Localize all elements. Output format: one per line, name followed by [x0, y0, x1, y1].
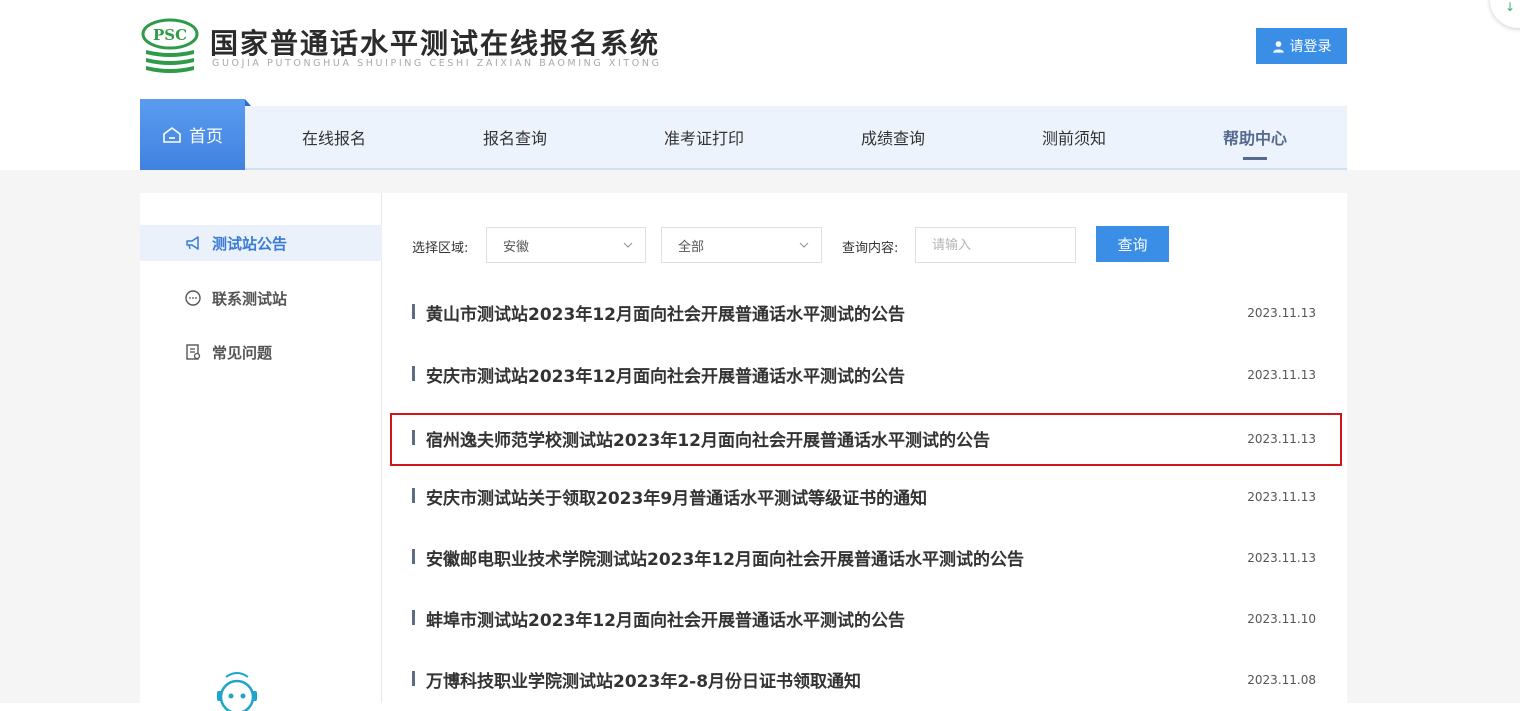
- main-nav: 首页 在线报名 报名查询 准考证打印 成绩查询 测前须知 帮助中心: [140, 99, 1347, 170]
- active-nav-underline: [1243, 157, 1267, 160]
- chevron-down-icon: [799, 242, 809, 248]
- notice-item[interactable]: 万博科技职业学院测试站2023年2-8月份日证书领取通知 2023.11.08: [390, 654, 1342, 707]
- notice-item[interactable]: 安庆市测试站2023年12月面向社会开展普通话水平测试的公告 2023.11.1…: [390, 349, 1342, 402]
- notice-date: 2023.11.13: [1247, 490, 1316, 504]
- notice-marker: [412, 671, 415, 686]
- login-label: 请登录: [1289, 39, 1332, 55]
- notice-marker: [412, 366, 415, 381]
- home-icon: [163, 126, 181, 143]
- site-title: 国家普通话水平测试在线报名系统: [210, 27, 661, 60]
- arrow-down-icon: ↓: [1505, 0, 1516, 14]
- scope-select[interactable]: 全部: [661, 227, 822, 263]
- notice-item[interactable]: 蚌埠市测试站2023年12月面向社会开展普通话水平测试的公告 2023.11.1…: [390, 593, 1342, 646]
- sidebar-item-faq[interactable]: 常见问题: [140, 334, 382, 370]
- nav-item-help-center-label: 帮助中心: [1222, 129, 1287, 148]
- sidebar-item-label: 联系测试站: [212, 289, 288, 308]
- notice-date: 2023.11.13: [1247, 306, 1316, 320]
- notice-marker: [412, 610, 415, 625]
- notice-title: 蚌埠市测试站2023年12月面向社会开展普通话水平测试的公告: [426, 611, 905, 631]
- nav-item-online-registration[interactable]: 在线报名: [245, 106, 423, 168]
- scope-select-value: 全部: [678, 239, 705, 255]
- document-icon: [186, 344, 201, 360]
- notice-date: 2023.11.13: [1247, 432, 1316, 446]
- sidebar-item-contact-station[interactable]: 联系测试站: [140, 280, 382, 316]
- notice-item[interactable]: 安庆市测试站关于领取2023年9月普通话水平测试等级证书的通知 2023.11.…: [390, 471, 1342, 524]
- logo-text: PSC: [153, 26, 187, 44]
- notice-date: 2023.11.13: [1247, 551, 1316, 565]
- robot-mascot-icon: [217, 672, 257, 711]
- login-button[interactable]: 请登录: [1256, 28, 1347, 64]
- site-subtitle: GUOJIA PUTONGHUA SHUIPING CESHI ZAIXIAN …: [212, 58, 662, 69]
- nav-home-label: 首页: [189, 127, 223, 147]
- notice-item[interactable]: 安徽邮电职业技术学院测试站2023年12月面向社会开展普通话水平测试的公告 20…: [390, 532, 1342, 585]
- notice-marker: [412, 488, 415, 503]
- region-select-value: 安徽: [503, 239, 530, 255]
- sidebar-item-label: 测试站公告: [212, 234, 288, 253]
- notice-title: 黄山市测试站2023年12月面向社会开展普通话水平测试的公告: [426, 305, 905, 325]
- notice-date: 2023.11.10: [1247, 612, 1316, 626]
- notice-marker: [412, 304, 415, 319]
- search-input[interactable]: [915, 227, 1076, 263]
- nav-item-registration-query[interactable]: 报名查询: [423, 106, 607, 168]
- chevron-down-icon: [623, 242, 633, 248]
- region-select[interactable]: 安徽: [486, 227, 646, 263]
- notice-date: 2023.11.08: [1247, 673, 1316, 687]
- sidebar: 测试站公告 联系测试站 常见问题: [140, 193, 382, 711]
- query-button[interactable]: 查询: [1096, 226, 1169, 262]
- notice-title: 万博科技职业学院测试站2023年2-8月份日证书领取通知: [426, 672, 862, 692]
- site-header: PSC 国家普通话水平测试在线报名系统 GUOJIA PUTONGHUA SHU…: [0, 0, 1520, 170]
- chat-icon: [185, 290, 201, 306]
- notice-item[interactable]: 黄山市测试站2023年12月面向社会开展普通话水平测试的公告 2023.11.1…: [390, 287, 1342, 340]
- sidebar-item-station-notices[interactable]: 测试站公告: [140, 225, 382, 261]
- notice-marker: [412, 549, 415, 564]
- notice-item-highlighted[interactable]: 宿州逸夫师范学校测试站2023年12月面向社会开展普通话水平测试的公告 2023…: [390, 413, 1342, 466]
- notice-date: 2023.11.13: [1247, 368, 1316, 382]
- notice-marker: [412, 430, 415, 445]
- region-label: 选择区域:: [412, 241, 469, 256]
- psc-logo: PSC: [141, 18, 199, 73]
- notice-title: 安庆市测试站2023年12月面向社会开展普通话水平测试的公告: [426, 367, 905, 387]
- notice-title: 安徽邮电职业技术学院测试站2023年12月面向社会开展普通话水平测试的公告: [426, 550, 1024, 570]
- megaphone-icon: [186, 236, 199, 250]
- notice-title: 安庆市测试站关于领取2023年9月普通话水平测试等级证书的通知: [426, 489, 928, 509]
- main-panel: 测试站公告 联系测试站 常见问题 选择区域: 安徽 全部 查询内容: 查询 黄山…: [140, 193, 1347, 711]
- nav-item-help-center[interactable]: 帮助中心: [1163, 106, 1347, 168]
- notice-title: 宿州逸夫师范学校测试站2023年12月面向社会开展普通话水平测试的公告: [426, 431, 990, 451]
- nav-item-admission-ticket[interactable]: 准考证打印: [607, 106, 801, 168]
- nav-item-score-query[interactable]: 成绩查询: [801, 106, 985, 168]
- query-label: 查询内容:: [842, 241, 899, 256]
- nav-home[interactable]: 首页: [140, 99, 245, 170]
- user-icon: [1272, 40, 1284, 53]
- nav-item-pretest-notes[interactable]: 测前须知: [985, 106, 1163, 168]
- nav-home-tab-fold: [245, 99, 251, 106]
- sidebar-item-label: 常见问题: [212, 343, 273, 362]
